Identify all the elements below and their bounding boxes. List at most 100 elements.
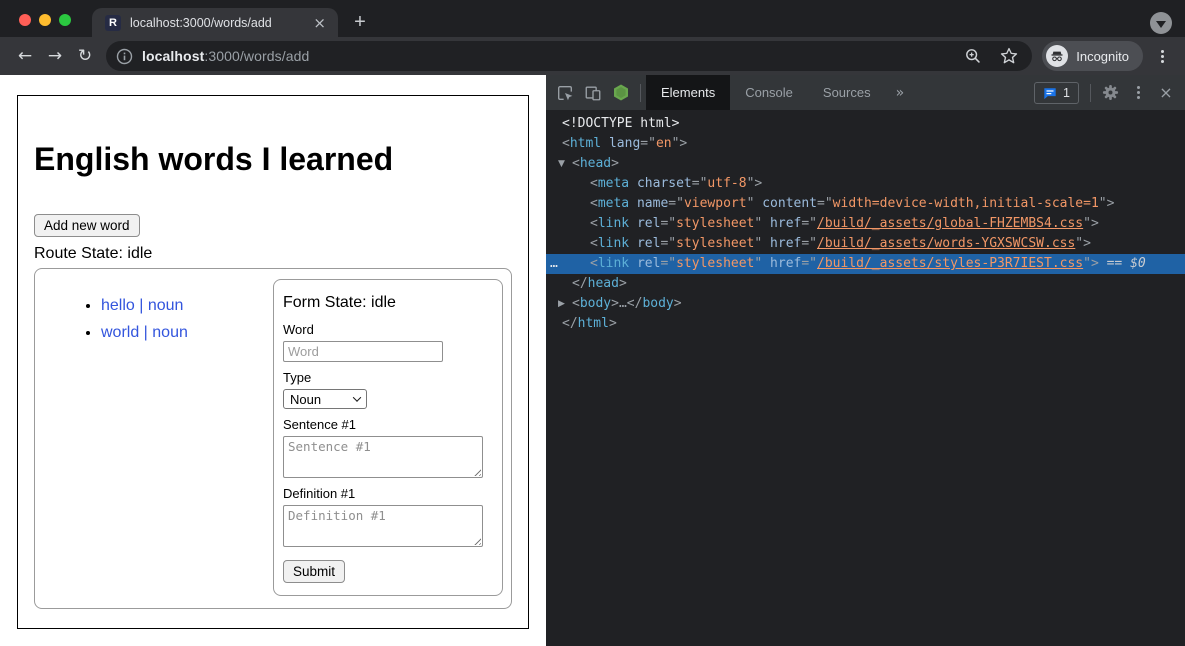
code-token: < bbox=[590, 196, 598, 211]
window-titlebar: R localhost:3000/words/add × + bbox=[0, 0, 1185, 37]
message-bubble-icon bbox=[1043, 86, 1057, 100]
code-token: =" bbox=[801, 236, 817, 251]
devtools-tree-row[interactable]: </head> bbox=[546, 274, 1185, 294]
settings-gear-icon[interactable] bbox=[1096, 79, 1124, 107]
code-token: == $0 bbox=[1099, 256, 1146, 271]
issues-count: 1 bbox=[1063, 86, 1070, 100]
devtools-tab-console[interactable]: Console bbox=[730, 75, 808, 110]
code-token: =" bbox=[668, 196, 684, 211]
code-token: /build/_assets/words-YGXSWCSW.css bbox=[817, 236, 1075, 251]
tab-close-icon[interactable]: × bbox=[311, 14, 328, 32]
sentence-label: Sentence #1 bbox=[283, 417, 493, 432]
devtools-menu-button[interactable] bbox=[1124, 79, 1152, 107]
form-state-text: Form State: idle bbox=[283, 294, 493, 312]
code-token bbox=[601, 136, 609, 151]
kebab-menu-icon bbox=[1137, 91, 1140, 94]
code-token: stylesheet bbox=[676, 216, 754, 231]
node-extension-icon[interactable] bbox=[607, 79, 635, 107]
devtools-tree-row[interactable]: <link rel="stylesheet" href="/build/_ass… bbox=[546, 214, 1185, 234]
code-token: =" bbox=[817, 196, 833, 211]
code-token: stylesheet bbox=[676, 236, 754, 251]
devtools-tree-row[interactable]: <html lang="en"> bbox=[546, 134, 1185, 154]
devtools-tab-sources[interactable]: Sources bbox=[808, 75, 886, 110]
code-token: =" bbox=[692, 176, 708, 191]
tab-title: localhost:3000/words/add bbox=[130, 16, 311, 30]
window-minimize-button[interactable] bbox=[39, 14, 51, 26]
new-tab-button[interactable]: + bbox=[347, 9, 373, 35]
code-token: =" bbox=[660, 256, 676, 271]
word-label: Word bbox=[283, 322, 493, 337]
devtools-tree-row[interactable]: <link rel="stylesheet" href="/build/_ass… bbox=[546, 234, 1185, 254]
more-actions-icon[interactable]: … bbox=[550, 254, 558, 274]
code-token: < bbox=[590, 176, 598, 191]
submit-button[interactable]: Submit bbox=[283, 560, 345, 583]
bookmark-star-icon[interactable] bbox=[1000, 47, 1018, 65]
code-token: <!DOCTYPE html> bbox=[562, 116, 679, 131]
code-token: "> bbox=[672, 136, 688, 151]
code-token bbox=[629, 176, 637, 191]
word-link[interactable]: hello | noun bbox=[101, 297, 183, 314]
devtools-tree-row[interactable]: ▼<head> bbox=[546, 154, 1185, 174]
devtools-tree-row[interactable]: ▶<body>…</body> bbox=[546, 294, 1185, 314]
devtools-tree-row[interactable]: <!DOCTYPE html> bbox=[546, 114, 1185, 134]
issues-counter[interactable]: 1 bbox=[1034, 82, 1079, 104]
devtools-panel: ElementsConsoleSources » 1 × <!DOCTYPE h… bbox=[546, 75, 1185, 646]
forward-button[interactable]: → bbox=[40, 42, 70, 70]
web-page: English words I learned Add new word Rou… bbox=[0, 75, 546, 646]
chevron-down-icon bbox=[353, 393, 361, 401]
code-token: html bbox=[578, 316, 609, 331]
remix-favicon-icon: R bbox=[105, 15, 121, 31]
back-button[interactable]: ← bbox=[10, 42, 40, 70]
type-select[interactable]: Noun bbox=[283, 389, 367, 409]
device-toolbar-icon[interactable] bbox=[579, 79, 607, 107]
incognito-label: Incognito bbox=[1076, 49, 1129, 64]
words-card: hello | noun world | noun Form State: idl… bbox=[34, 268, 512, 609]
word-link[interactable]: world | noun bbox=[101, 324, 188, 341]
code-token: rel bbox=[637, 216, 660, 231]
add-new-word-button[interactable]: Add new word bbox=[34, 214, 140, 237]
code-token: rel bbox=[637, 256, 660, 271]
window-zoom-button[interactable] bbox=[59, 14, 71, 26]
devtools-tabs: ElementsConsoleSources bbox=[646, 75, 886, 110]
code-token: "> bbox=[1075, 236, 1091, 251]
incognito-badge[interactable]: Incognito bbox=[1042, 41, 1143, 71]
devtools-tree-row[interactable]: <meta name="viewport" content="width=dev… bbox=[546, 194, 1185, 214]
type-select-value: Noun bbox=[290, 392, 321, 407]
reload-button[interactable]: ↻ bbox=[70, 42, 100, 70]
inspect-element-icon[interactable] bbox=[551, 79, 579, 107]
devtools-tab-elements[interactable]: Elements bbox=[646, 75, 730, 110]
devtools-close-button[interactable]: × bbox=[1152, 79, 1180, 107]
word-input[interactable] bbox=[283, 341, 443, 362]
code-token: stylesheet bbox=[676, 256, 754, 271]
window-close-button[interactable] bbox=[19, 14, 31, 26]
code-token: head bbox=[588, 276, 619, 291]
site-info-icon[interactable] bbox=[116, 48, 133, 65]
code-token: name bbox=[637, 196, 668, 211]
code-token: < bbox=[572, 296, 580, 311]
devtools-tree-row[interactable]: …<link rel="stylesheet" href="/build/_as… bbox=[546, 254, 1185, 274]
code-token: link bbox=[598, 216, 629, 231]
code-token: =" bbox=[640, 136, 656, 151]
devtools-tree-row[interactable]: <meta charset="utf-8"> bbox=[546, 174, 1185, 194]
app-container: English words I learned Add new word Rou… bbox=[17, 95, 529, 629]
definition-textarea[interactable] bbox=[283, 505, 483, 547]
address-bar[interactable]: localhost:3000/words/add bbox=[106, 41, 1032, 71]
down-arrow-icon bbox=[1156, 21, 1166, 28]
browser-tab[interactable]: R localhost:3000/words/add × bbox=[92, 8, 338, 37]
collapse-arrow-icon[interactable]: ▼ bbox=[558, 154, 565, 174]
code-token: </ bbox=[572, 276, 588, 291]
code-token: /build/_assets/global-FHZEMBS4.css bbox=[817, 216, 1083, 231]
code-token: =" bbox=[660, 216, 676, 231]
code-token: link bbox=[598, 256, 629, 271]
code-token: lang bbox=[609, 136, 640, 151]
code-token: < bbox=[590, 216, 598, 231]
expand-arrow-icon[interactable]: ▶ bbox=[558, 294, 565, 314]
code-token: =" bbox=[801, 216, 817, 231]
more-tabs-button[interactable]: » bbox=[886, 75, 915, 110]
devtools-tree-row[interactable]: </html> bbox=[546, 314, 1185, 334]
sentence-textarea[interactable] bbox=[283, 436, 483, 478]
browser-update-icon[interactable] bbox=[1150, 12, 1172, 34]
zoom-page-icon[interactable] bbox=[964, 47, 982, 65]
browser-menu-button[interactable] bbox=[1149, 43, 1175, 69]
kebab-menu-icon bbox=[1161, 55, 1164, 58]
